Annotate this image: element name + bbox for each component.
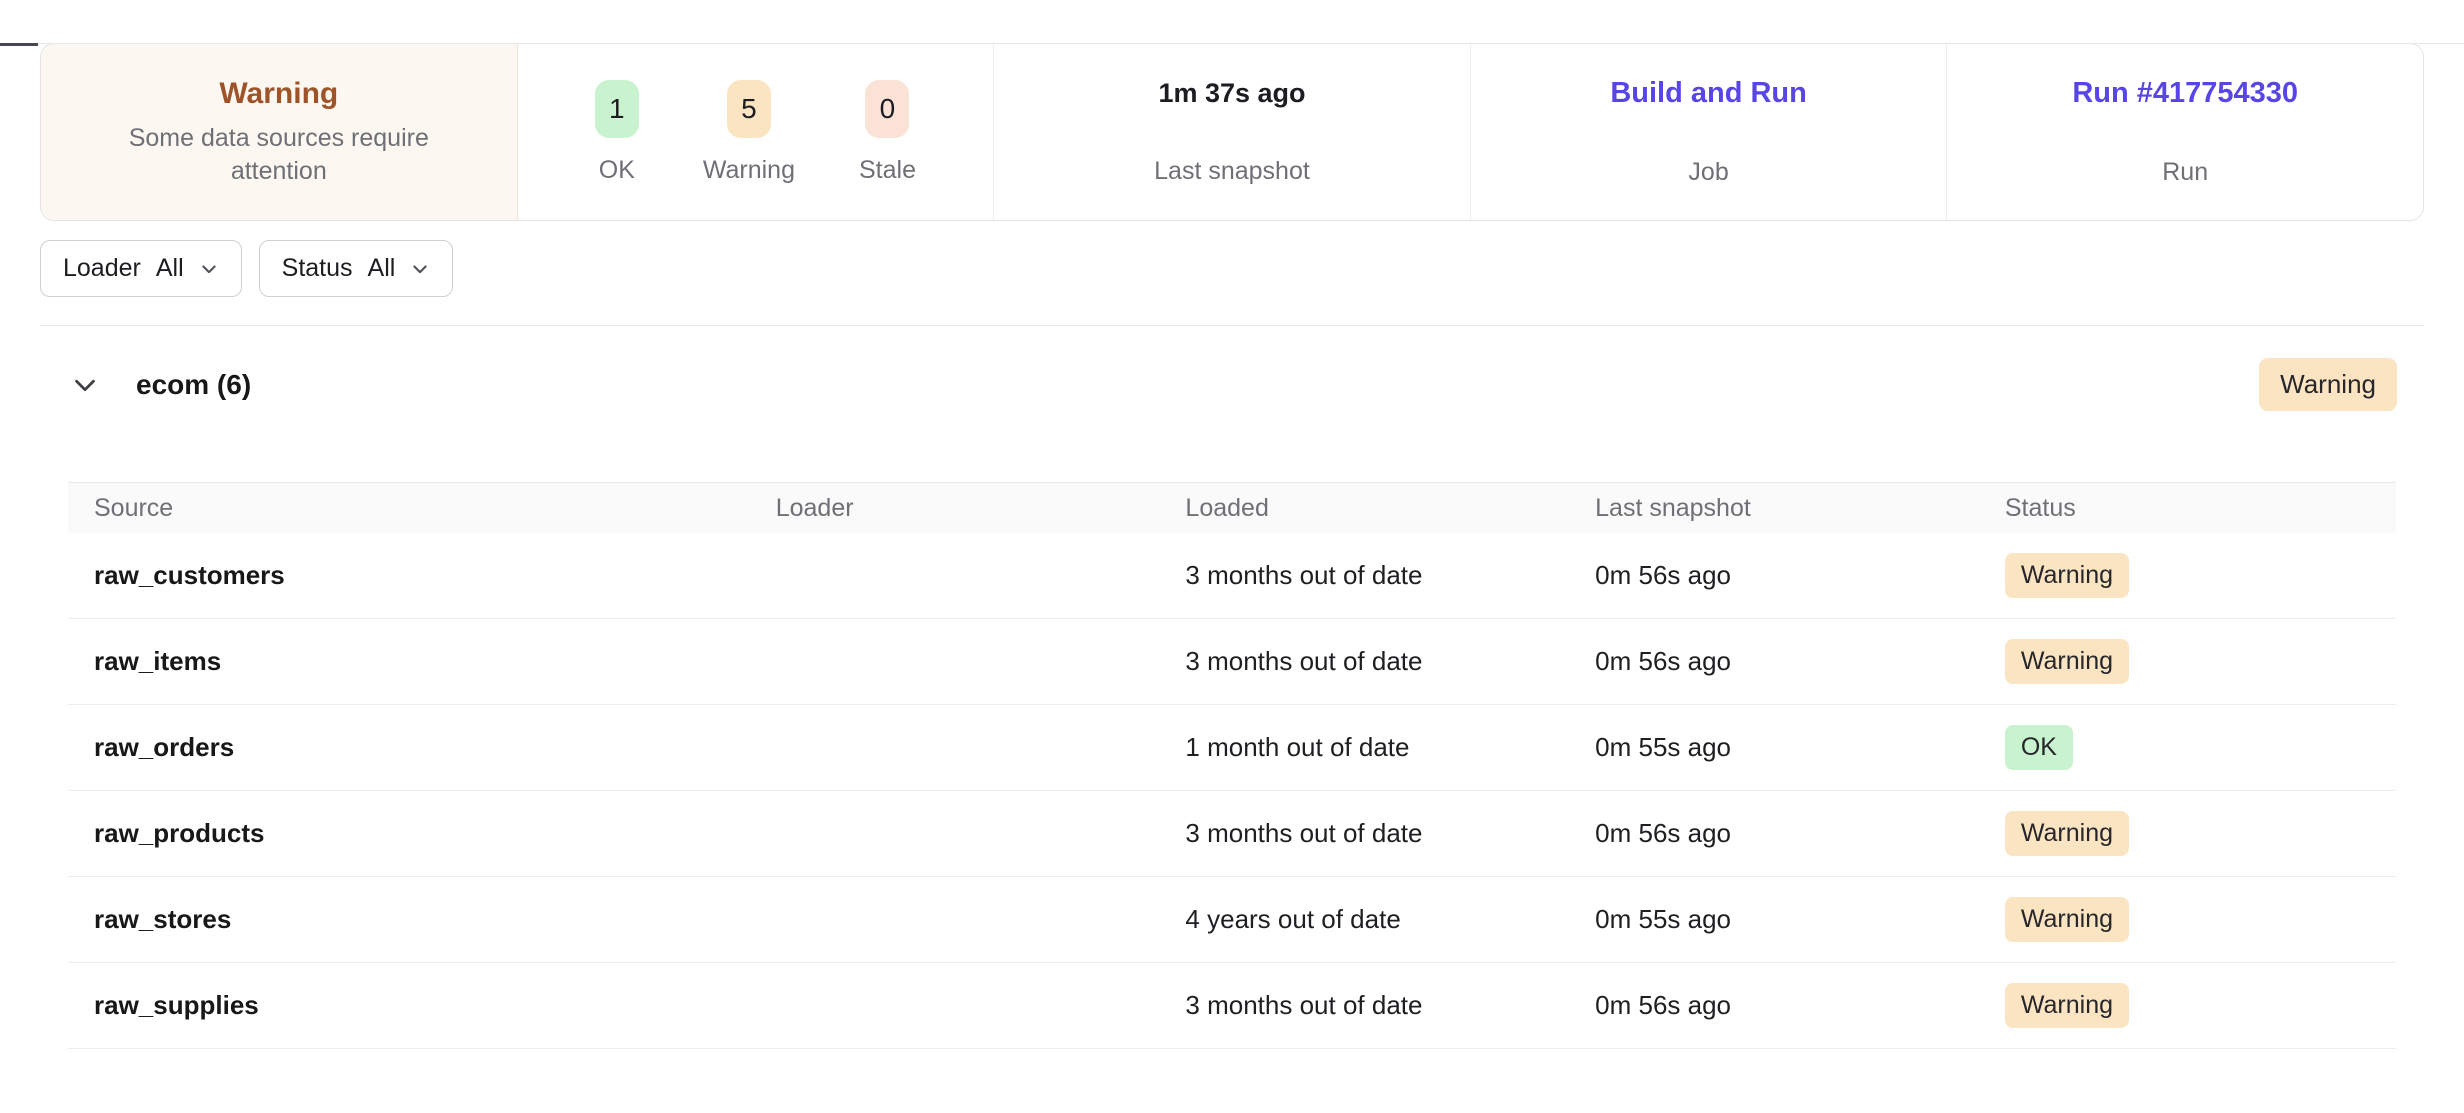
job-label: Job xyxy=(1688,158,1728,187)
status-filter-dropdown[interactable]: Status All xyxy=(259,240,454,297)
last-snapshot-cell: 0m 55s ago xyxy=(1595,732,2005,763)
status-counts-card: 1 OK 5 Warning 0 Stale xyxy=(518,44,994,220)
page-top-border xyxy=(0,43,2464,44)
source-group-status-badge: Warning xyxy=(2259,358,2397,411)
status-badge: Warning xyxy=(2005,983,2129,1028)
overall-status-title: Warning xyxy=(219,77,338,111)
job-card: Build and Run Job xyxy=(1470,44,1947,220)
table-row[interactable]: raw_orders 1 month out of date 0m 55s ag… xyxy=(68,705,2396,791)
column-header-loader: Loader xyxy=(776,494,1186,523)
last-snapshot-cell: 0m 55s ago xyxy=(1595,904,2005,935)
loader-filter-dropdown[interactable]: Loader All xyxy=(40,240,242,297)
chevron-down-icon xyxy=(410,259,430,279)
last-snapshot-cell: 0m 56s ago xyxy=(1595,990,2005,1021)
last-snapshot-cell: 0m 56s ago xyxy=(1595,818,2005,849)
last-snapshot-label: Last snapshot xyxy=(1154,157,1310,186)
summary-bar: Warning Some data sources require attent… xyxy=(40,43,2424,221)
count-ok-value: 1 xyxy=(595,80,639,138)
status-badge: Warning xyxy=(2005,553,2129,598)
count-warning: 5 Warning xyxy=(703,80,795,185)
chevron-down-icon[interactable] xyxy=(70,370,100,400)
sources-table: Source Loader Loaded Last snapshot Statu… xyxy=(68,482,2396,1049)
table-row[interactable]: raw_stores 4 years out of date 0m 55s ag… xyxy=(68,877,2396,963)
count-warning-value: 5 xyxy=(727,80,771,138)
last-snapshot-value: 1m 37s ago xyxy=(1158,78,1305,109)
count-ok-label: OK xyxy=(599,156,635,185)
chevron-down-icon xyxy=(199,259,219,279)
run-label: Run xyxy=(2162,158,2208,187)
table-row[interactable]: raw_customers 3 months out of date 0m 56… xyxy=(68,533,2396,619)
count-warning-label: Warning xyxy=(703,156,795,185)
run-link[interactable]: Run #417754330 xyxy=(2072,77,2298,110)
overall-status-subtitle: Some data sources require attention xyxy=(111,122,447,187)
page-top-border-accent xyxy=(0,43,38,46)
loaded-cell: 3 months out of date xyxy=(1185,560,1595,591)
loaded-cell: 3 months out of date xyxy=(1185,646,1595,677)
source-name: raw_items xyxy=(68,646,776,677)
source-name: raw_products xyxy=(68,818,776,849)
table-header-row: Source Loader Loaded Last snapshot Statu… xyxy=(68,482,2396,533)
source-name: raw_supplies xyxy=(68,990,776,1021)
table-row[interactable]: raw_products 3 months out of date 0m 56s… xyxy=(68,791,2396,877)
column-header-loaded: Loaded xyxy=(1185,494,1595,523)
status-filter-value: All xyxy=(368,254,396,283)
last-snapshot-card: 1m 37s ago Last snapshot xyxy=(993,44,1470,220)
source-name: raw_customers xyxy=(68,560,776,591)
status-badge: OK xyxy=(2005,725,2073,770)
source-name: raw_stores xyxy=(68,904,776,935)
status-badge: Warning xyxy=(2005,897,2129,942)
status-filter-label: Status xyxy=(282,254,353,283)
last-snapshot-cell: 0m 56s ago xyxy=(1595,560,2005,591)
loaded-cell: 3 months out of date xyxy=(1185,818,1595,849)
filter-bar: Loader All Status All xyxy=(40,240,2424,297)
source-group-header: ecom (6) Warning xyxy=(40,326,2424,437)
count-stale-value: 0 xyxy=(865,80,909,138)
count-stale: 0 Stale xyxy=(859,80,916,185)
loaded-cell: 3 months out of date xyxy=(1185,990,1595,1021)
count-stale-label: Stale xyxy=(859,156,916,185)
last-snapshot-cell: 0m 56s ago xyxy=(1595,646,2005,677)
loaded-cell: 1 month out of date xyxy=(1185,732,1595,763)
status-badge: Warning xyxy=(2005,639,2129,684)
table-row[interactable]: raw_supplies 3 months out of date 0m 56s… xyxy=(68,963,2396,1049)
count-ok: 1 OK xyxy=(595,80,639,185)
source-name: raw_orders xyxy=(68,732,776,763)
table-row[interactable]: raw_items 3 months out of date 0m 56s ag… xyxy=(68,619,2396,705)
loader-filter-label: Loader xyxy=(63,254,141,283)
column-header-status: Status xyxy=(2005,494,2396,523)
overall-status-card: Warning Some data sources require attent… xyxy=(41,44,518,220)
loaded-cell: 4 years out of date xyxy=(1185,904,1595,935)
status-badge: Warning xyxy=(2005,811,2129,856)
run-card: Run #417754330 Run xyxy=(1946,44,2423,220)
source-group-title: ecom (6) xyxy=(136,369,251,401)
job-link[interactable]: Build and Run xyxy=(1610,77,1807,110)
column-header-source: Source xyxy=(68,494,776,523)
column-header-last-snapshot: Last snapshot xyxy=(1595,494,2005,523)
loader-filter-value: All xyxy=(156,254,184,283)
